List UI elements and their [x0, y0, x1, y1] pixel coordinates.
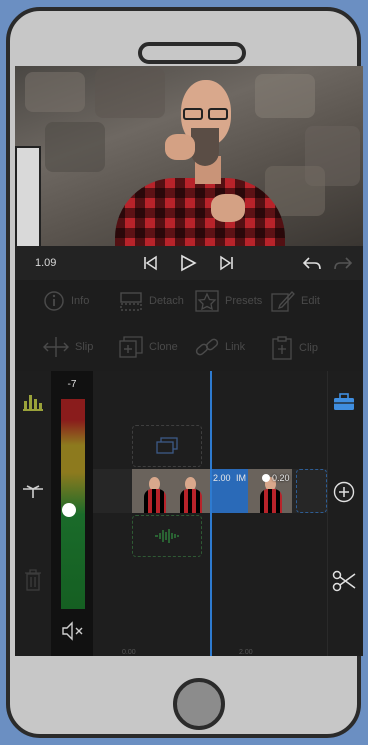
skip-back-button[interactable]	[139, 252, 161, 274]
video-layer-icon	[156, 437, 178, 454]
meter-bar-right	[73, 399, 85, 609]
transition-slot[interactable]	[296, 469, 327, 513]
audio-drop-zone[interactable]	[132, 515, 202, 557]
mute-icon[interactable]	[61, 621, 85, 641]
trash-icon[interactable]	[25, 569, 41, 591]
ruler-label-1: 2.00	[239, 649, 253, 656]
toolbox-icon[interactable]	[333, 393, 355, 411]
tool-clip[interactable]: Clip	[271, 336, 318, 360]
clip-2-duration: 2.00	[213, 473, 231, 483]
skip-back-icon	[144, 255, 157, 271]
clone-icon	[119, 336, 143, 358]
app-screen: 1.09 Info Detach Presets Edit Slip Clone…	[15, 66, 363, 656]
ruler-label-0: 0.00	[122, 649, 136, 656]
clip-3-duration: 0.20	[272, 473, 290, 483]
transport-bar: 1.09	[15, 246, 363, 280]
pencil-icon	[271, 291, 295, 312]
clip-2-selected[interactable]: 2.00 IM	[210, 469, 248, 513]
tool-clone-label: Clone	[149, 341, 178, 353]
volume-meter[interactable]: -7	[51, 371, 93, 656]
tool-edit-label: Edit	[301, 295, 320, 307]
undo-button[interactable]	[301, 252, 323, 274]
playhead[interactable]	[210, 371, 212, 656]
skip-forward-icon	[220, 255, 233, 271]
tool-link-label: Link	[225, 341, 246, 353]
tool-slip[interactable]: Slip	[43, 336, 93, 358]
tool-edit[interactable]: Edit	[271, 290, 320, 312]
tool-clone[interactable]: Clone	[119, 336, 178, 358]
redo-icon	[334, 257, 353, 270]
tool-info-label: Info	[71, 295, 90, 307]
clip-3[interactable]: 0.20	[248, 469, 296, 513]
star-icon	[195, 290, 219, 312]
info-icon	[44, 291, 64, 311]
audio-wave-icon	[155, 529, 179, 543]
clip-icon	[272, 336, 292, 360]
tool-link[interactable]: Link	[195, 336, 245, 358]
clip-3-marker-icon	[262, 474, 270, 482]
skip-forward-button[interactable]	[216, 252, 238, 274]
play-button[interactable]	[177, 252, 199, 274]
add-icon[interactable]	[333, 481, 355, 503]
track-controls	[15, 371, 49, 656]
monitor-shape	[15, 146, 41, 246]
redo-button[interactable]	[332, 252, 354, 274]
tool-clip-label: Clip	[299, 342, 318, 354]
tool-presets[interactable]: Presets	[195, 290, 262, 312]
tool-detach[interactable]: Detach	[119, 290, 184, 312]
track-mode-icon[interactable]	[21, 483, 45, 499]
speaker-slot	[138, 42, 246, 64]
person-shirt	[115, 178, 285, 246]
clip-2-suffix: IM	[236, 473, 246, 483]
video-preview[interactable]	[15, 66, 363, 246]
link-icon	[195, 338, 219, 356]
volume-value: -7	[67, 379, 77, 390]
glasses-shape	[180, 108, 232, 120]
clip-1[interactable]	[132, 469, 210, 513]
tool-presets-label: Presets	[225, 295, 263, 307]
person-hand-right	[211, 194, 245, 222]
undo-icon	[302, 257, 321, 270]
slip-icon	[43, 337, 69, 357]
play-icon	[181, 254, 197, 272]
person-hand-left	[165, 134, 195, 160]
scissors-icon[interactable]	[332, 569, 356, 593]
home-button[interactable]	[173, 678, 225, 730]
tool-info[interactable]: Info	[43, 290, 89, 312]
timecode: 1.09	[35, 257, 57, 269]
tool-detach-label: Detach	[149, 295, 184, 307]
detach-icon	[120, 292, 142, 311]
audio-levels-icon[interactable]	[23, 393, 43, 411]
tool-slip-label: Slip	[75, 341, 94, 353]
beard-shape	[191, 128, 219, 166]
video-drop-zone[interactable]	[132, 425, 202, 467]
timeline-area[interactable]: -7 2.00 IM 0.20 0.00 2.00	[15, 371, 363, 656]
edit-tools-panel: Info Detach Presets Edit Slip Clone Link	[15, 280, 363, 371]
timeline-side-tools	[327, 371, 363, 656]
